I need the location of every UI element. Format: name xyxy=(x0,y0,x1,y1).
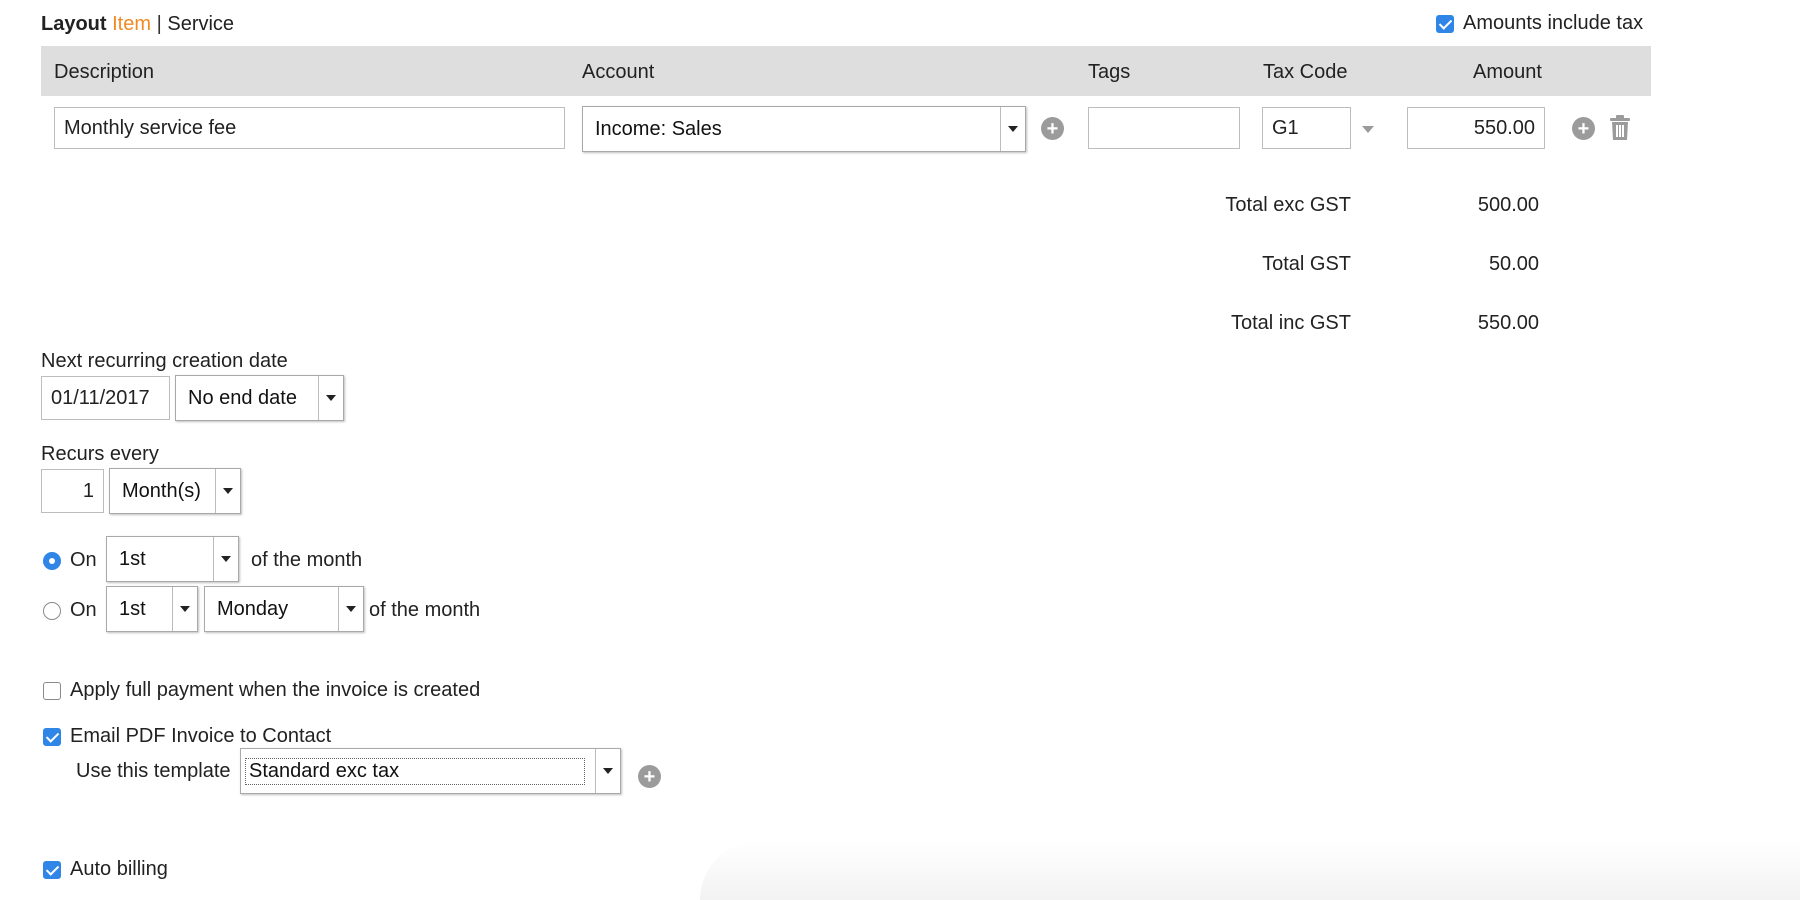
recurs-unit-select-value: Month(s) xyxy=(122,479,201,502)
next-recurring-date-input[interactable]: 01/11/2017 xyxy=(41,376,170,420)
chevron-down-icon xyxy=(318,376,343,420)
layout-item-link[interactable]: Item xyxy=(112,13,151,35)
email-pdf-checkbox[interactable] xyxy=(43,727,61,746)
total-gst-label: Total GST xyxy=(1262,253,1351,275)
amounts-include-tax-toggle[interactable]: Amounts include tax xyxy=(1436,12,1643,35)
template-label: Use this template xyxy=(76,760,231,782)
trash-icon[interactable] xyxy=(1609,115,1631,147)
total-inc-gst-value: 550.00 xyxy=(1477,312,1539,334)
next-recurring-date-label: Next recurring creation date xyxy=(41,350,288,372)
layout-service-link[interactable]: Service xyxy=(167,13,234,35)
layout-separator: | xyxy=(156,13,162,35)
template-select[interactable]: Standard exc tax xyxy=(240,748,621,794)
add-template-icon[interactable]: + xyxy=(638,765,661,788)
layout-selector: Layout Item | Service xyxy=(41,13,234,36)
on-weekday-day-select[interactable]: Monday xyxy=(204,586,364,632)
column-tax-code: Tax Code xyxy=(1263,61,1348,83)
apply-full-payment-checkbox[interactable] xyxy=(43,681,61,700)
chevron-down-icon xyxy=(213,537,238,581)
on-day-radio[interactable] xyxy=(43,551,61,570)
tags-input[interactable] xyxy=(1088,107,1240,149)
column-description: Description xyxy=(54,61,155,83)
on-weekday-ordinal-select[interactable]: 1st xyxy=(106,586,198,632)
tax-code-input[interactable]: G1 xyxy=(1262,107,1351,149)
chevron-down-icon xyxy=(172,587,197,631)
column-account: Account xyxy=(582,61,655,83)
on-weekday-suffix: of the month xyxy=(369,599,481,621)
apply-full-payment-label: Apply full payment when the invoice is c… xyxy=(70,679,481,701)
on-weekday-day-value: Monday xyxy=(217,597,289,620)
on-day-suffix: of the month xyxy=(251,549,363,571)
on-weekday-label: On xyxy=(70,599,97,621)
total-gst-value: 50.00 xyxy=(1488,253,1539,275)
description-input[interactable]: Monthly service fee xyxy=(54,107,565,149)
chevron-down-icon xyxy=(595,749,620,793)
on-day-option[interactable]: On xyxy=(43,549,97,572)
recurs-interval-input[interactable]: 1 xyxy=(41,469,104,513)
end-date-select[interactable]: No end date xyxy=(175,375,344,421)
chevron-down-icon xyxy=(338,587,363,631)
chevron-down-icon xyxy=(1000,107,1025,151)
on-day-select[interactable]: 1st xyxy=(106,536,239,582)
recurs-every-label: Recurs every xyxy=(41,443,159,465)
bottom-shadow xyxy=(700,840,1800,900)
column-amount: Amount xyxy=(1473,61,1542,83)
tax-code-caret-icon[interactable] xyxy=(1362,126,1374,133)
recurs-unit-select[interactable]: Month(s) xyxy=(109,468,241,514)
auto-billing-label: Auto billing xyxy=(70,858,168,880)
end-date-select-value: No end date xyxy=(188,386,297,409)
line-items-header: Description Account Tags Tax Code Amount xyxy=(41,46,1651,96)
on-day-label: On xyxy=(70,549,97,571)
apply-full-payment-option[interactable]: Apply full payment when the invoice is c… xyxy=(43,679,480,702)
on-day-select-value: 1st xyxy=(119,547,146,570)
chevron-down-icon xyxy=(215,469,240,513)
add-line-icon[interactable]: + xyxy=(1572,117,1595,140)
layout-label: Layout xyxy=(41,13,107,35)
account-select-value: Income: Sales xyxy=(595,117,722,140)
auto-billing-checkbox[interactable] xyxy=(43,860,61,879)
amounts-include-tax-checkbox[interactable] xyxy=(1436,14,1454,33)
template-select-value: Standard exc tax xyxy=(245,757,585,785)
on-weekday-ordinal-value: 1st xyxy=(119,597,146,620)
on-weekday-option[interactable]: On xyxy=(43,599,97,622)
amounts-include-tax-label: Amounts include tax xyxy=(1463,12,1644,34)
email-pdf-option[interactable]: Email PDF Invoice to Contact xyxy=(43,725,331,748)
on-weekday-radio[interactable] xyxy=(43,601,61,620)
amount-input[interactable]: 550.00 xyxy=(1407,107,1545,149)
total-exc-gst-label: Total exc GST xyxy=(1225,194,1351,216)
total-inc-gst-label: Total inc GST xyxy=(1230,312,1351,334)
auto-billing-option[interactable]: Auto billing xyxy=(43,858,168,881)
total-exc-gst-value: 500.00 xyxy=(1477,194,1539,216)
account-select[interactable]: Income: Sales xyxy=(582,106,1026,152)
email-pdf-label: Email PDF Invoice to Contact xyxy=(70,725,332,747)
column-tags: Tags xyxy=(1088,61,1131,83)
add-account-icon[interactable]: + xyxy=(1041,117,1064,140)
